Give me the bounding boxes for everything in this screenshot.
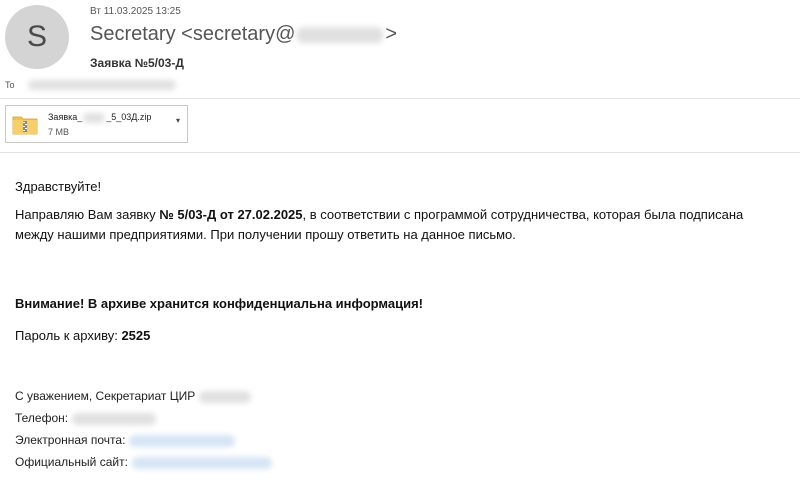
- sender-email-prefix: <secretary@: [181, 23, 296, 45]
- redacted-recipient: [28, 80, 176, 90]
- confidential-warning: Внимание! В архиве хранится конфиденциал…: [15, 296, 423, 311]
- password-value: 2525: [121, 328, 151, 343]
- attachment-name-suffix: _5_03Д.zip: [106, 112, 152, 122]
- phone-label: Телефон:: [15, 411, 69, 425]
- signature-website: Официальный сайт:: [15, 455, 272, 469]
- sender-line[interactable]: Secretary <secretary@ >: [90, 23, 397, 46]
- to-label: To: [5, 80, 15, 90]
- redacted-phone: [72, 412, 157, 425]
- password-label: Пароль к архиву:: [15, 328, 122, 343]
- sender-name: Secretary: [90, 23, 176, 45]
- avatar-initial: S: [26, 20, 47, 53]
- site-label: Официальный сайт:: [15, 455, 128, 469]
- header-divider: [0, 98, 800, 99]
- body-paragraph: Направляю Вам заявку № 5/03-Д от 27.02.2…: [15, 205, 785, 245]
- zip-folder-icon: [12, 116, 38, 135]
- attachment-size: 7 MB: [48, 127, 70, 137]
- archive-password: Пароль к архиву: 2525: [15, 326, 150, 346]
- signature-email: Электронная почта:: [15, 433, 236, 447]
- email-reading-pane: S Вт 11.03.2025 13:25 Secretary <secreta…: [0, 0, 800, 491]
- redacted-email-link[interactable]: [129, 434, 236, 447]
- attachment-name-prefix: Заявка_: [48, 112, 83, 122]
- para-text-1: Направляю Вам заявку: [15, 207, 160, 222]
- email-header: S Вт 11.03.2025 13:25 Secretary <secreta…: [0, 0, 800, 100]
- regards-text: С уважением, Секретариат ЦИР: [15, 389, 196, 403]
- request-number: № 5/03-Д от 27.02.2025: [159, 207, 303, 222]
- redacted-org: [199, 390, 252, 403]
- redacted-domain: [297, 26, 384, 43]
- email-subject: Заявка №5/03-Д: [90, 56, 184, 70]
- attachment-filename: Заявка_ _5_03Д.zip: [48, 112, 151, 123]
- signature-regards: С уважением, Секретариат ЦИР: [15, 389, 252, 403]
- email-date: Вт 11.03.2025 13:25: [90, 6, 181, 17]
- attachment-card[interactable]: Заявка_ _5_03Д.zip 7 MB ▾: [5, 105, 188, 143]
- redacted-filename-part: [83, 112, 106, 123]
- sender-avatar[interactable]: S: [5, 5, 69, 69]
- email-label: Электронная почта:: [15, 433, 126, 447]
- chevron-down-icon[interactable]: ▾: [176, 116, 180, 125]
- greeting: Здравствуйте!: [15, 179, 102, 194]
- attachment-divider: [0, 152, 800, 153]
- signature-phone: Телефон:: [15, 411, 157, 425]
- sender-email-suffix: >: [385, 23, 398, 45]
- redacted-site-link[interactable]: [131, 456, 272, 469]
